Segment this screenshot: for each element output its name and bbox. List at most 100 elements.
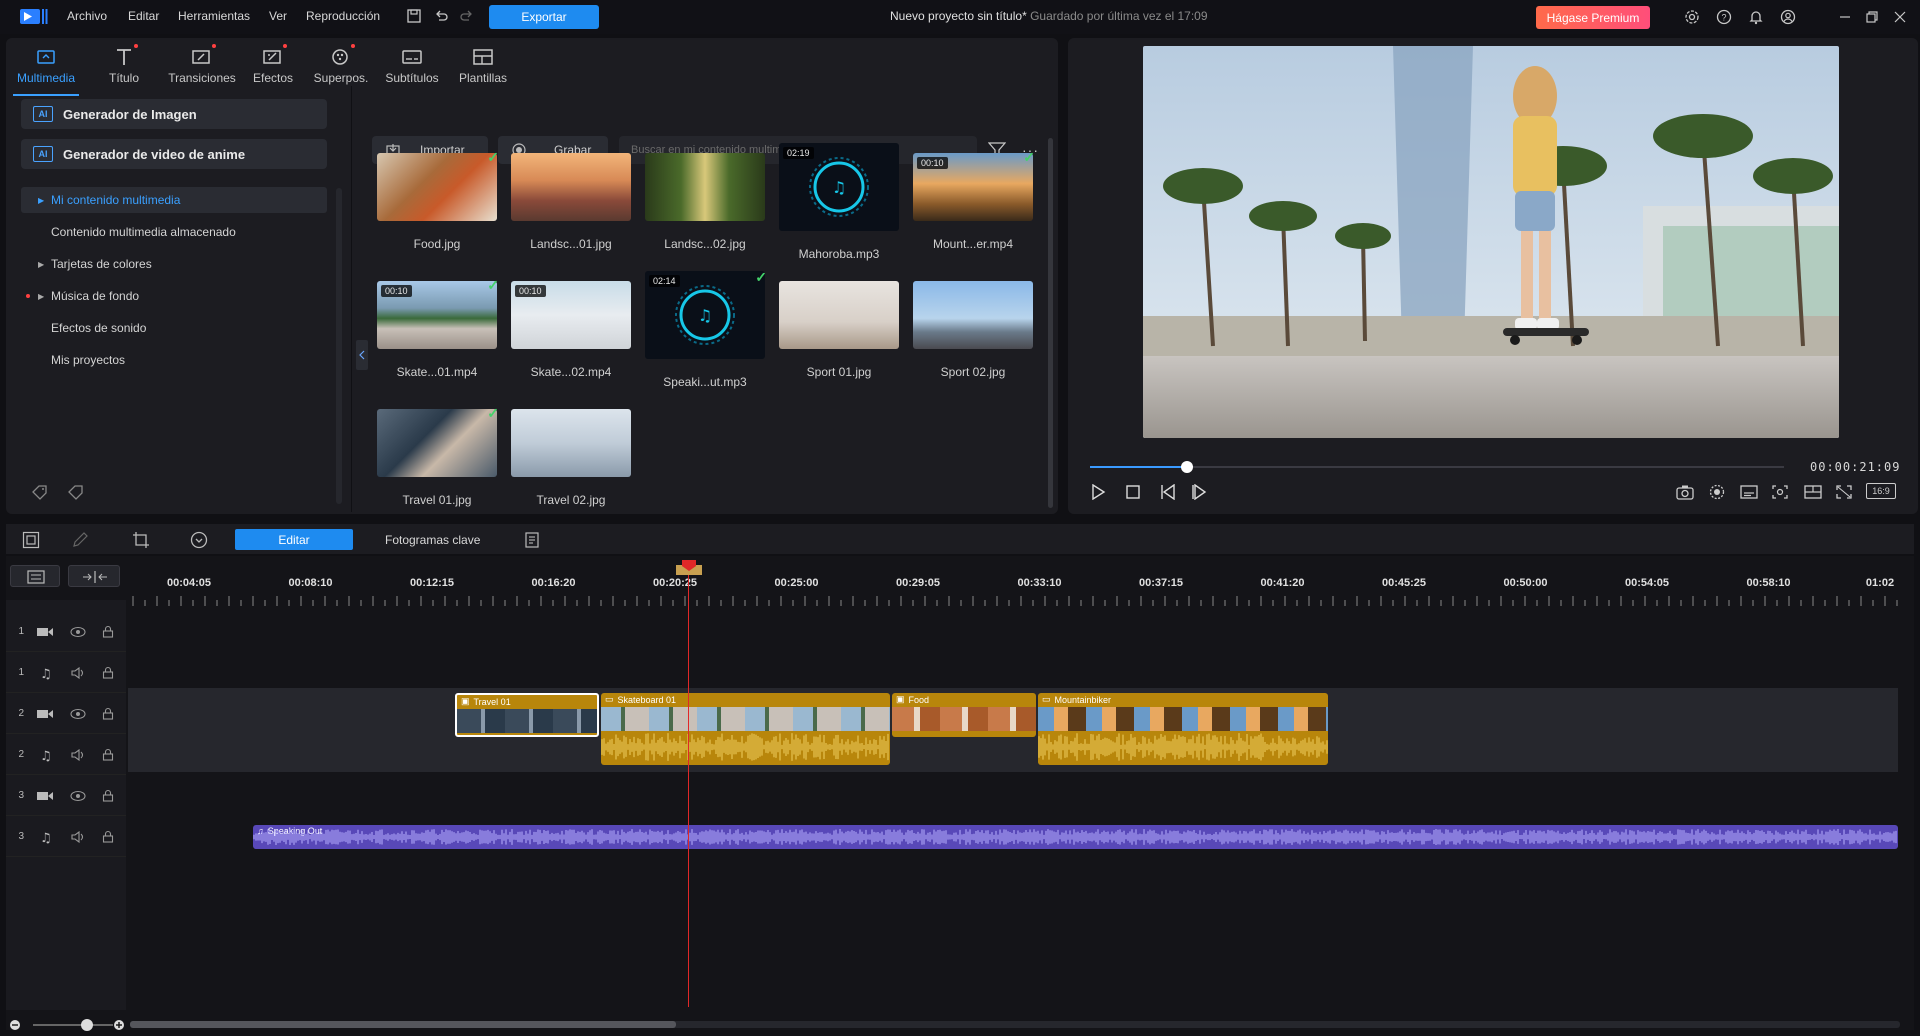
media-item-travel-01[interactable]: ✓ Travel 01.jpg — [377, 405, 499, 507]
aspect-ratio-button[interactable]: 16:9 — [1866, 483, 1896, 499]
add-track-button[interactable] — [10, 565, 60, 587]
next-frame-icon[interactable] — [1191, 484, 1209, 500]
clip-travel-01[interactable]: ▣ Travel 01 — [455, 693, 599, 737]
lock-icon[interactable] — [102, 666, 114, 679]
render-preview-icon[interactable] — [1708, 484, 1726, 500]
media-item-sport-02[interactable]: Sport 02.jpg — [913, 281, 1033, 379]
export-button[interactable]: Exportar — [489, 5, 599, 29]
play-icon[interactable] — [1090, 484, 1106, 500]
speaker-icon[interactable] — [70, 748, 86, 761]
speed-icon[interactable] — [190, 531, 208, 549]
media-item-landscape-01[interactable]: Landsc...01.jpg — [511, 153, 631, 251]
premium-button[interactable]: Hágase Premium — [1536, 6, 1650, 29]
redo-icon[interactable] — [459, 8, 475, 24]
keyframes-button[interactable]: Fotogramas clave — [385, 533, 480, 547]
media-item-skate-01[interactable]: 00:10 ✓ Skate...01.mp4 — [377, 277, 499, 379]
media-item-food[interactable]: ✓ Food.jpg — [377, 149, 499, 251]
track-header-audio: 1 ♫ — [6, 653, 126, 693]
edit-button[interactable]: Editar — [235, 529, 353, 550]
eye-icon[interactable] — [70, 790, 86, 802]
menu-editar[interactable]: Editar — [128, 9, 159, 23]
zoom-in-icon[interactable] — [113, 1019, 125, 1031]
save-icon[interactable] — [406, 8, 422, 24]
playhead-handle[interactable] — [676, 560, 702, 576]
tree-my-media[interactable]: ▶ Mi contenido multimedia — [21, 187, 327, 213]
tag-icon[interactable] — [66, 483, 86, 501]
subtitles-toggle-icon[interactable] — [1739, 484, 1759, 500]
media-item-mountainbiker[interactable]: 00:10 ✓ Mount...er.mp4 — [913, 149, 1035, 251]
speaker-icon[interactable] — [70, 666, 86, 679]
pen-icon[interactable] — [71, 531, 91, 549]
library-scrollbar[interactable] — [1048, 138, 1053, 508]
fullscreen-icon[interactable] — [1835, 484, 1853, 500]
zoom-slider[interactable] — [33, 1024, 113, 1026]
media-item-landscape-02[interactable]: Landsc...02.jpg — [645, 153, 765, 251]
tab-titulo[interactable]: Título — [85, 44, 163, 90]
account-icon[interactable] — [1780, 9, 1796, 25]
media-item-sport-01[interactable]: Sport 01.jpg — [779, 281, 899, 379]
playhead-line — [688, 563, 689, 1007]
track-number: 2 — [18, 749, 24, 760]
previous-frame-icon[interactable] — [1160, 484, 1178, 500]
clip-skateboard-01[interactable]: ▭ Skateboard 01 — [601, 693, 890, 765]
tab-transiciones[interactable]: Transiciones — [163, 44, 241, 90]
video-preview[interactable] — [1143, 46, 1839, 438]
checkmark-icon: ✓ — [487, 149, 499, 165]
menu-ver[interactable]: Ver — [269, 9, 287, 23]
minimize-icon[interactable] — [1838, 10, 1852, 24]
tab-efectos[interactable]: Efectos — [234, 44, 312, 90]
zoom-slider-handle[interactable] — [81, 1019, 93, 1031]
lock-icon[interactable] — [102, 707, 114, 720]
tab-superpos[interactable]: Superpos. — [302, 44, 380, 90]
tab-multimedia[interactable]: Multimedia — [7, 46, 85, 96]
media-item-mahoroba[interactable]: ♫ 02:19 Mahoroba.mp3 — [779, 143, 899, 261]
tree-stored-media[interactable]: Contenido multimedia almacenado — [21, 219, 327, 245]
layout-icon[interactable] — [1803, 484, 1823, 500]
tab-plantillas[interactable]: Plantillas — [444, 46, 522, 90]
snapshot-icon[interactable] — [1675, 484, 1695, 500]
tab-subtitulos[interactable]: Subtítulos — [373, 46, 451, 90]
close-icon[interactable] — [1893, 10, 1907, 24]
crop-icon[interactable] — [132, 531, 150, 549]
tree-color-cards[interactable]: ▶ Tarjetas de colores — [21, 251, 327, 277]
help-icon[interactable]: ? — [1716, 9, 1732, 25]
lock-icon[interactable] — [102, 789, 114, 802]
image-generator-button[interactable]: AI Generador de Imagen — [21, 99, 327, 129]
tree-sound-effects[interactable]: Efectos de sonido — [21, 315, 327, 341]
markers-list-icon[interactable] — [523, 531, 541, 549]
settings-icon[interactable] — [1684, 9, 1700, 25]
anime-video-generator-button[interactable]: AI Generador de video de anime — [21, 139, 327, 169]
zoom-preview-icon[interactable] — [1771, 484, 1789, 500]
eye-icon[interactable] — [70, 626, 86, 638]
restore-icon[interactable] — [1865, 10, 1879, 24]
menu-herramientas[interactable]: Herramientas — [178, 9, 250, 23]
menu-archivo[interactable]: Archivo — [67, 9, 107, 23]
thumbnail: 00:10 — [913, 153, 1033, 221]
bell-icon[interactable] — [1748, 9, 1764, 25]
tree-my-projects[interactable]: Mis proyectos — [21, 347, 327, 373]
undo-icon[interactable] — [433, 8, 449, 24]
media-item-speaking-out[interactable]: ♫ 02:14 ✓ Speaki...ut.mp3 — [645, 269, 767, 389]
media-item-travel-02[interactable]: Travel 02.jpg — [511, 409, 631, 507]
menu-reproduccion[interactable]: Reproducción — [306, 9, 380, 23]
preview-seek-track[interactable] — [1090, 466, 1784, 468]
tree-background-music[interactable]: ▶ Música de fondo — [21, 283, 327, 309]
clip-mountainbiker[interactable]: ▭ Mountainbiker — [1038, 693, 1328, 765]
lock-icon[interactable] — [102, 830, 114, 843]
lock-icon[interactable] — [102, 748, 114, 761]
eye-icon[interactable] — [70, 708, 86, 720]
sidebar-scrollbar[interactable] — [336, 188, 342, 504]
lock-icon[interactable] — [102, 625, 114, 638]
media-item-skate-02[interactable]: 00:10 Skate...02.mp4 — [511, 281, 631, 379]
timeline-scrollbar-thumb[interactable] — [130, 1021, 676, 1028]
collapse-sidebar-button[interactable] — [356, 340, 368, 370]
add-tag-icon[interactable] — [30, 483, 50, 501]
zoom-out-icon[interactable] — [9, 1019, 21, 1031]
speaker-icon[interactable] — [70, 830, 86, 843]
clip-food[interactable]: ▣ Food — [892, 693, 1036, 737]
snap-button[interactable] — [68, 565, 120, 587]
select-all-icon[interactable] — [22, 531, 40, 549]
clip-speaking-out[interactable]: ♫ Speaking Out — [253, 825, 1898, 849]
svg-text:♫: ♫ — [40, 667, 52, 680]
stop-icon[interactable] — [1125, 484, 1141, 500]
